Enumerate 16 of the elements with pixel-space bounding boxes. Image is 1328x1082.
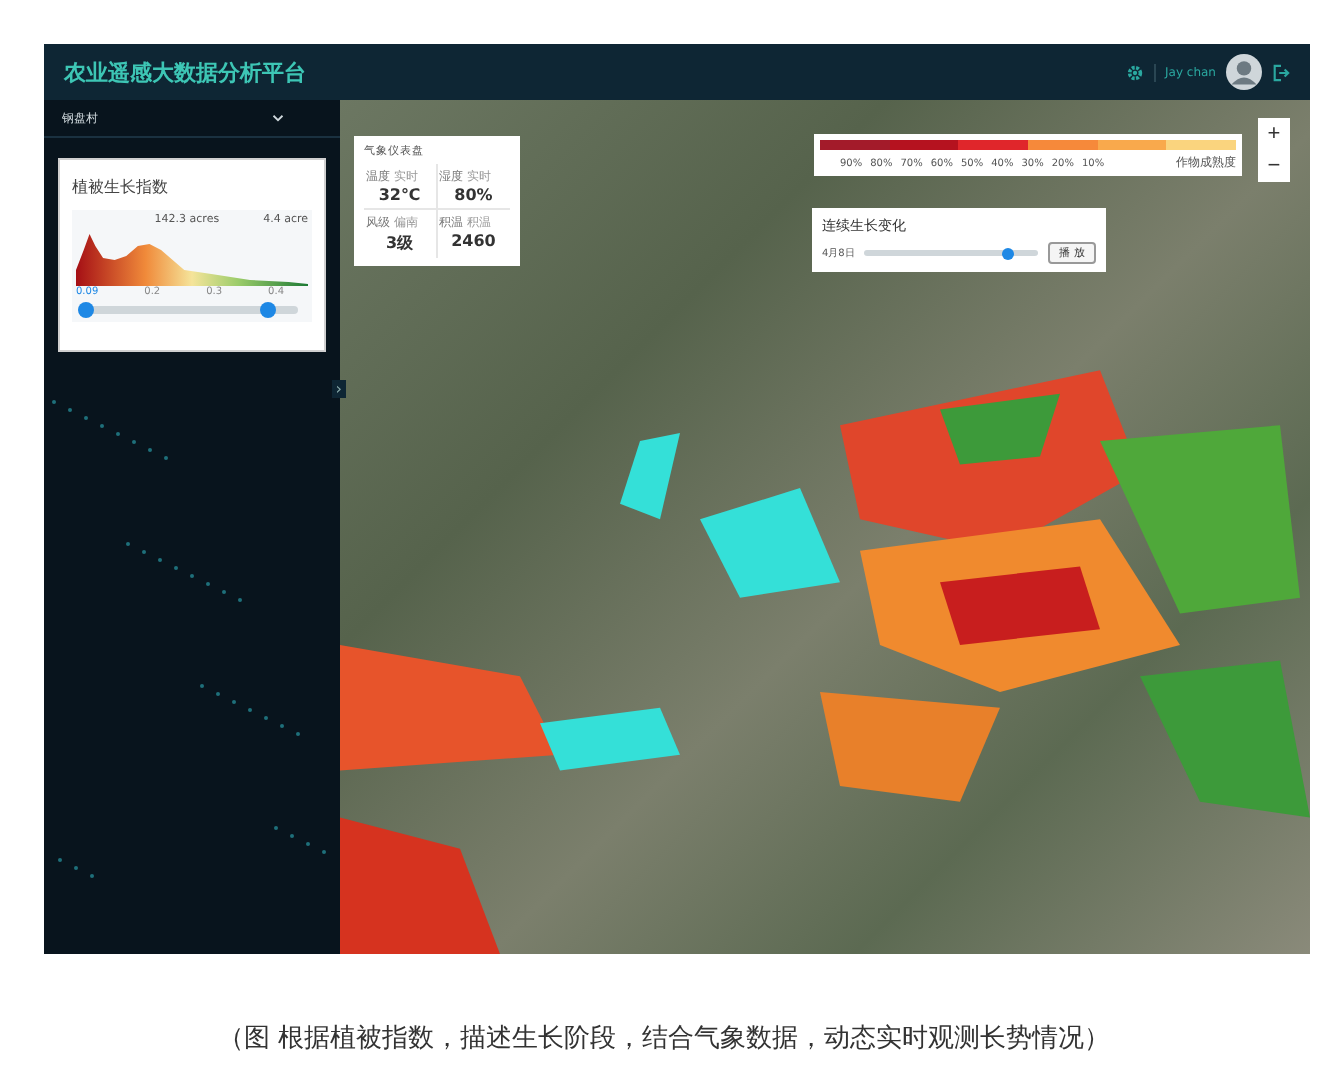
slider-handle[interactable]	[1001, 247, 1014, 259]
weather-value: 3级	[385, 232, 414, 254]
card-title: 植被生长指数	[72, 176, 170, 198]
weather-value: 2460	[451, 232, 496, 250]
time-slider[interactable]	[864, 250, 1039, 256]
weather-value: 80%	[454, 186, 493, 204]
settings-icon[interactable]	[1125, 63, 1143, 81]
logout-icon[interactable]	[1272, 63, 1290, 81]
slider-handle[interactable]	[78, 302, 94, 318]
weather-value: 32℃	[378, 186, 421, 204]
figure-caption: （图 根据植被指数，描述生长阶段，结合气象数据，动态实时观测长势情况）	[215, 1022, 1113, 1056]
avatar-icon[interactable]	[1226, 54, 1262, 90]
app-title: 农业遥感大数据分析平台	[64, 57, 306, 87]
chevron-down-icon	[272, 114, 284, 122]
slider-handle[interactable]	[260, 302, 277, 318]
collapse-handle[interactable]: ›	[331, 380, 346, 398]
